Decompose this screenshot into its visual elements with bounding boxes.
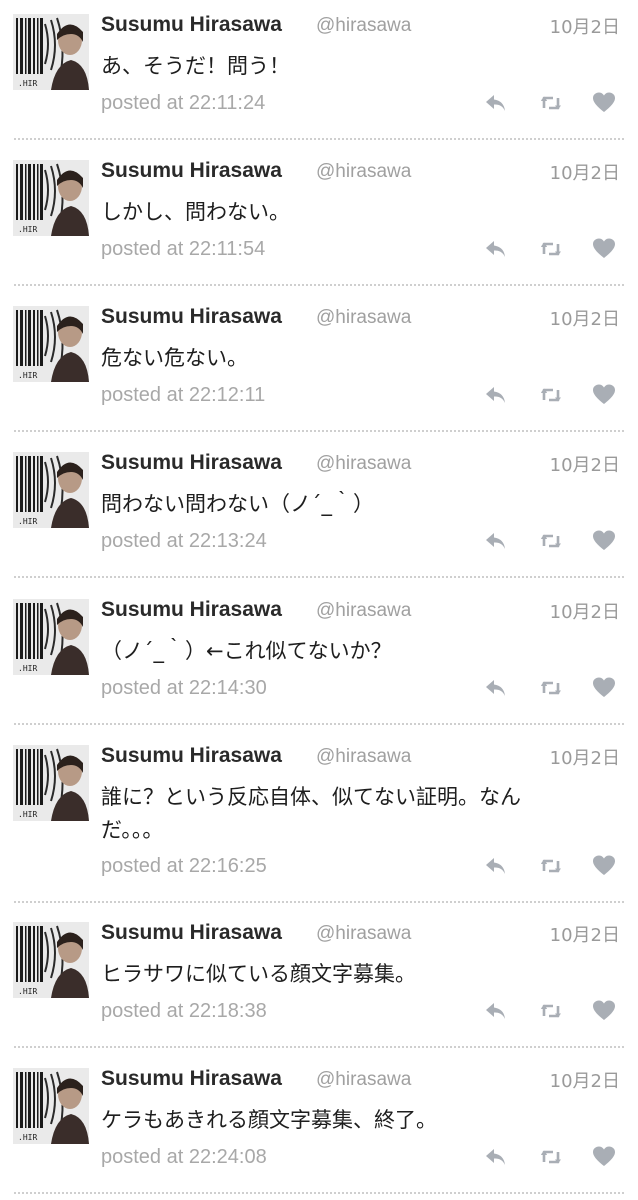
divider (14, 723, 624, 725)
author-name[interactable]: Susumu Hirasawa (101, 744, 282, 768)
divider (14, 1192, 624, 1194)
tweet-timeline: .HIR Susumu Hirasawa @hirasawa 10月2日 あ、そ… (0, 0, 638, 1200)
heart-icon[interactable] (591, 853, 617, 879)
author-handle[interactable]: @hirasawa (316, 453, 411, 475)
svg-text:.HIR: .HIR (18, 810, 37, 819)
author-handle[interactable]: @hirasawa (316, 161, 411, 183)
author-name[interactable]: Susumu Hirasawa (101, 598, 282, 622)
tweet-date: 10月2日 (549, 1071, 620, 1092)
tweet-text: 危ない危ない。 (101, 346, 248, 370)
author-handle[interactable]: @hirasawa (316, 1069, 411, 1091)
svg-text:.HIR: .HIR (18, 987, 37, 996)
heart-icon[interactable] (591, 236, 617, 262)
avatar[interactable]: .HIR (13, 745, 89, 821)
heart-icon[interactable] (591, 675, 617, 701)
tweet-text: 問わない問わない（ノ´_｀） (101, 492, 374, 516)
reply-icon[interactable] (483, 90, 509, 116)
retweet-icon[interactable] (538, 236, 564, 262)
heart-icon[interactable] (591, 382, 617, 408)
divider (14, 138, 624, 140)
avatar[interactable]: .HIR (13, 922, 89, 998)
retweet-icon[interactable] (538, 90, 564, 116)
retweet-icon[interactable] (538, 1144, 564, 1170)
reply-icon[interactable] (483, 675, 509, 701)
svg-text:.HIR: .HIR (18, 517, 37, 526)
reply-icon[interactable] (483, 528, 509, 554)
svg-text:.HIR: .HIR (18, 371, 37, 380)
tweet: .HIR Susumu Hirasawa @hirasawa 10月2日 危ない… (0, 292, 638, 430)
reply-icon[interactable] (483, 998, 509, 1024)
tweet-date: 10月2日 (549, 748, 620, 769)
tweet: .HIR Susumu Hirasawa @hirasawa 10月2日 ヒラサ… (0, 908, 638, 1046)
retweet-icon[interactable] (538, 675, 564, 701)
svg-text:.HIR: .HIR (18, 664, 37, 673)
tweet-text: 誰に？という反応自体、似てない証明。なんだ。。。 (101, 785, 521, 842)
avatar[interactable]: .HIR (13, 306, 89, 382)
heart-icon[interactable] (591, 90, 617, 116)
tweet: .HIR Susumu Hirasawa @hirasawa 10月2日 誰に？… (0, 731, 638, 901)
posted-time: posted at 22:12:11 (101, 384, 266, 406)
author-name[interactable]: Susumu Hirasawa (101, 921, 282, 945)
tweet-date: 10月2日 (549, 455, 620, 476)
divider (14, 901, 624, 903)
heart-icon[interactable] (591, 1144, 617, 1170)
posted-time: posted at 22:24:08 (101, 1146, 267, 1168)
tweet-text: （ノ´_｀）←これ似てないか？ (101, 639, 392, 663)
tweet: .HIR Susumu Hirasawa @hirasawa 10月2日 ケラも… (0, 1054, 638, 1192)
tweet-text: しかし、問わない。 (101, 200, 290, 224)
posted-time: posted at 22:16:25 (101, 855, 267, 877)
svg-text:.HIR: .HIR (18, 79, 37, 88)
avatar[interactable]: .HIR (13, 1068, 89, 1144)
author-name[interactable]: Susumu Hirasawa (101, 1067, 282, 1091)
retweet-icon[interactable] (538, 853, 564, 879)
tweet-date: 10月2日 (549, 309, 620, 330)
retweet-icon[interactable] (538, 528, 564, 554)
posted-time: posted at 22:11:54 (101, 238, 266, 260)
tweet: .HIR Susumu Hirasawa @hirasawa 10月2日 あ、そ… (0, 0, 638, 138)
heart-icon[interactable] (591, 528, 617, 554)
divider (14, 576, 624, 578)
tweet-date: 10月2日 (549, 17, 620, 38)
avatar[interactable]: .HIR (13, 160, 89, 236)
reply-icon[interactable] (483, 382, 509, 408)
avatar[interactable]: .HIR (13, 599, 89, 675)
author-name[interactable]: Susumu Hirasawa (101, 159, 282, 183)
avatar[interactable]: .HIR (13, 452, 89, 528)
posted-time: posted at 22:18:38 (101, 1000, 267, 1022)
tweet-text: あ、そうだ！問う！ (101, 54, 290, 78)
posted-time: posted at 22:13:24 (101, 530, 267, 552)
svg-text:.HIR: .HIR (18, 1133, 37, 1142)
heart-icon[interactable] (591, 998, 617, 1024)
reply-icon[interactable] (483, 1144, 509, 1170)
tweet-text: ヒラサワに似ている顔文字募集。 (101, 962, 416, 986)
reply-icon[interactable] (483, 236, 509, 262)
author-handle[interactable]: @hirasawa (316, 600, 411, 622)
posted-time: posted at 22:14:30 (101, 677, 267, 699)
tweet: .HIR Susumu Hirasawa @hirasawa 10月2日 問わな… (0, 438, 638, 576)
posted-time: posted at 22:11:24 (101, 92, 266, 114)
tweet-date: 10月2日 (549, 163, 620, 184)
reply-icon[interactable] (483, 853, 509, 879)
author-handle[interactable]: @hirasawa (316, 746, 411, 768)
divider (14, 430, 624, 432)
tweet: .HIR Susumu Hirasawa @hirasawa 10月2日 （ノ´… (0, 585, 638, 723)
retweet-icon[interactable] (538, 382, 564, 408)
author-name[interactable]: Susumu Hirasawa (101, 451, 282, 475)
tweet-date: 10月2日 (549, 925, 620, 946)
avatar[interactable]: .HIR (13, 14, 89, 90)
author-handle[interactable]: @hirasawa (316, 307, 411, 329)
author-name[interactable]: Susumu Hirasawa (101, 305, 282, 329)
tweet: .HIR Susumu Hirasawa @hirasawa 10月2日 しかし… (0, 146, 638, 284)
divider (14, 1046, 624, 1048)
tweet-date: 10月2日 (549, 602, 620, 623)
divider (14, 284, 624, 286)
author-handle[interactable]: @hirasawa (316, 15, 411, 37)
author-name[interactable]: Susumu Hirasawa (101, 13, 282, 37)
tweet-text: ケラもあきれる顔文字募集、終了。 (101, 1108, 437, 1132)
author-handle[interactable]: @hirasawa (316, 923, 411, 945)
svg-text:.HIR: .HIR (18, 225, 37, 234)
retweet-icon[interactable] (538, 998, 564, 1024)
